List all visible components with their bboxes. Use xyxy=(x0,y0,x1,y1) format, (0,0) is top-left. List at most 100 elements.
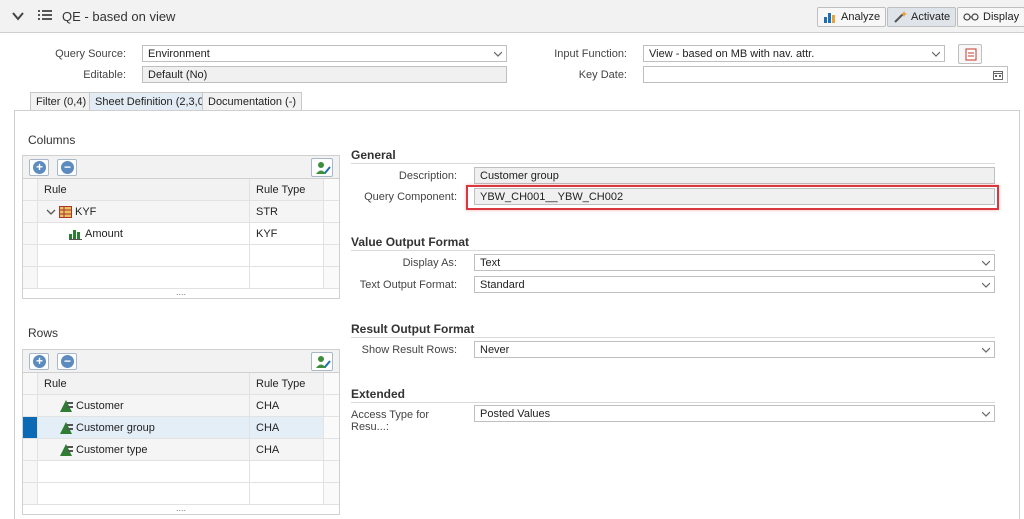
rule-type: KYF xyxy=(250,223,324,244)
rows-table: + − Rule Rule Type Customer CHA Customer… xyxy=(22,349,340,515)
description-field: Customer group xyxy=(474,167,995,184)
chevron-down-icon[interactable] xyxy=(46,208,56,216)
show-result-label: Show Result Rows: xyxy=(361,344,457,356)
key-figure-icon xyxy=(69,229,82,240)
plus-icon: + xyxy=(33,355,46,368)
user-edit-icon xyxy=(316,356,331,368)
query-component-label: Query Component: xyxy=(364,191,457,203)
access-type-select[interactable]: Posted Values xyxy=(474,405,995,422)
editable-field: Default (No) xyxy=(142,66,507,83)
query-source-value: Environment xyxy=(148,48,210,60)
chevron-down-icon xyxy=(982,260,990,266)
text-output-select[interactable]: Standard xyxy=(474,276,995,293)
plus-icon: + xyxy=(33,161,46,174)
col-rule-header: Rule xyxy=(38,373,250,394)
resize-grip[interactable]: .... xyxy=(23,504,339,514)
key-date-field[interactable] xyxy=(643,66,1008,83)
editable-label: Editable: xyxy=(83,69,126,81)
show-result-value: Never xyxy=(480,344,510,356)
rule-name: Customer group xyxy=(76,421,155,434)
characteristic-icon xyxy=(60,399,73,412)
rule-name: Customer xyxy=(76,399,124,412)
show-result-select[interactable]: Never xyxy=(474,341,995,358)
access-type-value: Posted Values xyxy=(480,408,551,420)
value-output-heading: Value Output Format xyxy=(351,235,470,249)
description-label: Description: xyxy=(398,170,457,182)
display-as-value: Text xyxy=(480,257,501,269)
table-header: Rule Rule Type xyxy=(23,179,339,201)
input-function-value: View - based on MB with nav. attr. xyxy=(649,48,815,60)
text-output-label: Text Output Format: xyxy=(359,279,457,291)
query-source-select[interactable]: Environment xyxy=(142,45,507,62)
col-type-header: Rule Type xyxy=(250,179,324,200)
bar-chart-icon xyxy=(824,13,835,23)
add-column-button[interactable]: + xyxy=(29,159,49,176)
tab-filter[interactable]: Filter (0,4) xyxy=(30,92,93,111)
chevron-down-icon[interactable] xyxy=(11,9,25,23)
display-as-select[interactable]: Text xyxy=(474,254,995,271)
extended-heading: Extended xyxy=(351,387,406,401)
glasses-icon xyxy=(963,13,979,21)
tab-documentation[interactable]: Documentation (-) xyxy=(202,92,303,111)
remove-column-button[interactable]: − xyxy=(57,159,77,176)
activate-button[interactable]: Activate xyxy=(887,7,957,27)
result-output-heading: Result Output Format xyxy=(351,322,475,336)
remove-row-button[interactable]: − xyxy=(57,353,77,370)
analyze-label: Analyze xyxy=(841,11,881,23)
access-type-label: Access Type for Resu...: xyxy=(351,409,430,433)
col-rule-header: Rule xyxy=(38,179,250,200)
divider xyxy=(351,337,995,338)
add-row-button[interactable]: + xyxy=(29,353,49,370)
rows-toolbar: + − xyxy=(23,350,339,373)
query-source-label: Query Source: xyxy=(55,48,126,60)
table-header: Rule Rule Type xyxy=(23,373,339,395)
table-row[interactable]: Customer type CHA xyxy=(23,439,339,461)
table-row[interactable]: Customer group CHA xyxy=(23,417,339,439)
table-row xyxy=(23,267,339,289)
display-label: Display xyxy=(983,11,1020,23)
rule-type: CHA xyxy=(250,439,324,460)
calendar-icon[interactable] xyxy=(993,70,1003,80)
table-row[interactable]: KYF STR xyxy=(23,201,339,223)
description-value: Customer group xyxy=(480,170,559,182)
col-type-header: Rule Type xyxy=(250,373,324,394)
table-row[interactable]: Customer CHA xyxy=(23,395,339,417)
input-function-detail-button[interactable] xyxy=(958,44,982,64)
rows-heading: Rows xyxy=(28,326,59,340)
minus-icon: − xyxy=(61,161,74,174)
divider xyxy=(351,250,995,251)
text-output-value: Standard xyxy=(480,279,525,291)
rule-name: Customer type xyxy=(76,443,148,456)
characteristic-icon xyxy=(60,443,73,456)
tab-sheet-definition[interactable]: Sheet Definition (2,3,0) xyxy=(89,92,214,111)
rule-name: Amount xyxy=(85,227,123,240)
highlight-box xyxy=(466,185,999,210)
chevron-down-icon xyxy=(982,411,990,417)
input-function-select[interactable]: View - based on MB with nav. attr. xyxy=(643,45,945,62)
row-settings-button[interactable] xyxy=(311,352,333,371)
magic-wand-icon xyxy=(894,11,907,23)
chevron-down-icon xyxy=(982,282,990,288)
rule-type: STR xyxy=(250,201,324,222)
characteristic-icon xyxy=(60,421,73,434)
display-button[interactable]: Display xyxy=(957,7,1024,27)
rule-name: KYF xyxy=(75,205,97,218)
table-row xyxy=(23,461,339,483)
editable-value: Default (No) xyxy=(148,69,208,81)
structure-icon xyxy=(59,205,72,218)
divider xyxy=(351,402,995,403)
column-settings-button[interactable] xyxy=(311,158,333,177)
table-row xyxy=(23,245,339,267)
minus-icon: − xyxy=(61,355,74,368)
table-row xyxy=(23,483,339,505)
rule-type: CHA xyxy=(250,395,324,416)
user-edit-icon xyxy=(316,162,331,174)
query-icon xyxy=(38,10,52,20)
key-date-label: Key Date: xyxy=(578,69,627,81)
table-row[interactable]: Amount KYF xyxy=(23,223,339,245)
resize-grip[interactable]: .... xyxy=(23,288,339,298)
columns-table: + − Rule Rule Type KYF STR Amount KYF ..… xyxy=(22,155,340,299)
analyze-button[interactable]: Analyze xyxy=(817,7,887,27)
divider xyxy=(351,163,995,164)
columns-heading: Columns xyxy=(28,133,76,147)
